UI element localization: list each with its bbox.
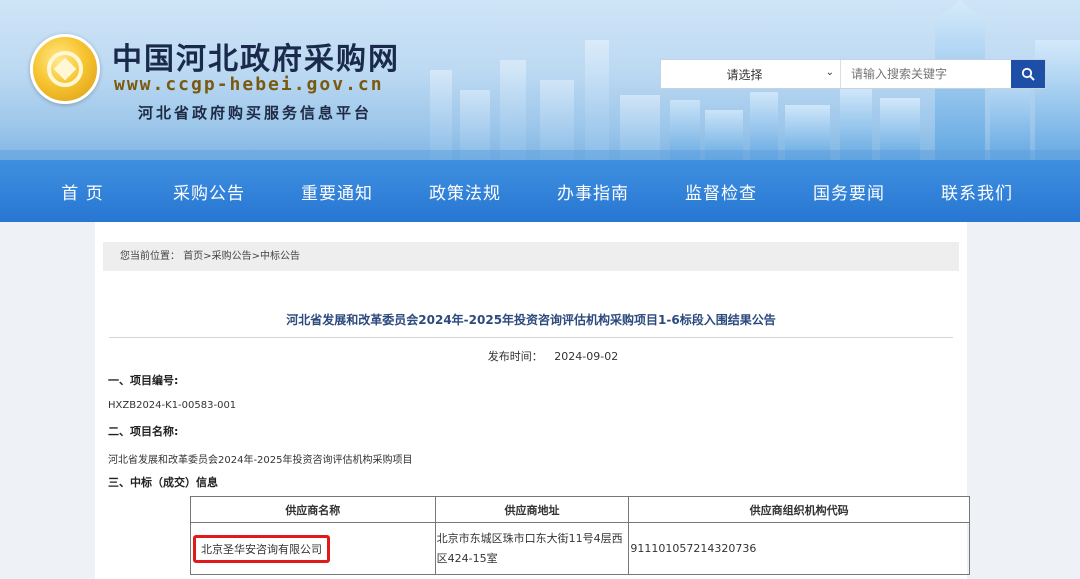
search-button[interactable] <box>1011 60 1045 88</box>
nav-state-news[interactable]: 国务要闻 <box>785 160 913 222</box>
section-project-number-heading: 一、项目编号: <box>108 374 179 387</box>
article-title: 河北省发展和改革委员会2024年-2025年投资咨询评估机构采购项目1-6标段入… <box>109 311 953 338</box>
section-project-name-heading: 二、项目名称: <box>108 425 179 438</box>
search-category-value: 请选择 <box>726 67 763 82</box>
publish-date-label: 发布时间： <box>487 350 543 363</box>
supplier-name-cell: 北京圣华安咨询有限公司 <box>190 522 436 575</box>
breadcrumb: 您当前位置： 首页>采购公告>中标公告 <box>103 242 959 271</box>
search-input[interactable] <box>841 60 1011 88</box>
nav-service-guide[interactable]: 办事指南 <box>529 160 657 222</box>
nav-supervision[interactable]: 监督检查 <box>657 160 785 222</box>
publish-date-value: 2024-09-02 <box>554 350 619 363</box>
search-bar: 请选择 ⌄ <box>660 59 1046 89</box>
section-award-info-heading: 三、中标（成交）信息 <box>108 476 218 489</box>
search-category-select[interactable]: 请选择 ⌄ <box>661 60 841 88</box>
site-url: www.ccgp-hebei.gov.cn <box>114 74 384 95</box>
chevron-down-icon: ⌄ <box>825 67 834 78</box>
breadcrumb-prefix: 您当前位置： <box>120 251 180 262</box>
main-nav: 首 页 采购公告 重要通知 政策法规 办事指南 监督检查 国务要闻 联系我们 <box>0 160 1080 222</box>
site-subtitle: 河北省政府购买服务信息平台 <box>138 104 373 122</box>
publish-date-row: 发布时间： 2024-09-02 <box>95 348 967 364</box>
nav-policies-regulations[interactable]: 政策法规 <box>401 160 529 222</box>
article-page: 您当前位置： 首页>采购公告>中标公告 河北省发展和改革委员会2024年-202… <box>95 222 970 579</box>
site-title[interactable]: 中国河北政府采购网 <box>112 34 400 78</box>
nav-procurement-announcements[interactable]: 采购公告 <box>145 160 273 222</box>
search-icon <box>1021 67 1035 81</box>
column-header-supplier-address: 供应商地址 <box>434 496 630 523</box>
project-number-value: HXZB2024-K1-00583-001 <box>108 400 237 411</box>
site-logo[interactable] <box>30 34 100 104</box>
nav-home[interactable]: 首 页 <box>0 160 145 222</box>
table-row: 北京圣华安咨询有限公司 北京市东城区珠市口东大街11号4层西区424-15室 9… <box>190 522 970 575</box>
column-header-org-code: 供应商组织机构代码 <box>628 496 970 523</box>
column-header-supplier-name: 供应商名称 <box>190 496 436 523</box>
table-header-row: 供应商名称 供应商地址 供应商组织机构代码 <box>190 496 970 523</box>
supplier-address-cell: 北京市东城区珠市口东大街11号4层西区424-15室 <box>434 522 630 575</box>
nav-important-notices[interactable]: 重要通知 <box>273 160 401 222</box>
org-code-cell: 911101057214320736 <box>628 522 970 575</box>
award-result-table: 供应商名称 供应商地址 供应商组织机构代码 北京圣华安咨询有限公司 北京市东城区… <box>190 496 970 575</box>
nav-contact-us[interactable]: 联系我们 <box>913 160 1041 222</box>
breadcrumb-path[interactable]: 首页>采购公告>中标公告 <box>183 251 300 262</box>
site-header: 中国河北政府采购网 www.ccgp-hebei.gov.cn 河北省政府购买服… <box>0 0 1080 160</box>
highlighted-supplier-name: 北京圣华安咨询有限公司 <box>193 534 330 563</box>
project-name-value: 河北省发展和改革委员会2024年-2025年投资咨询评估机构采购项目 <box>108 455 413 466</box>
